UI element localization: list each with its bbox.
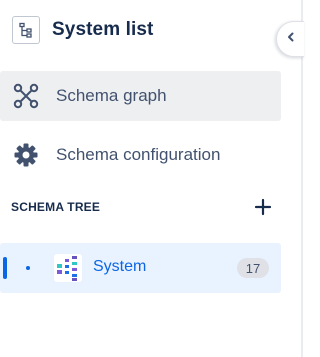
nav-item-schema-graph[interactable]: Schema graph bbox=[0, 71, 281, 121]
count-badge: 17 bbox=[237, 258, 269, 278]
nav-item-schema-configuration[interactable]: Schema configuration bbox=[0, 130, 281, 180]
tree-bullet bbox=[26, 266, 30, 270]
sidebar-header: System list bbox=[12, 14, 153, 46]
schema-tree-header: SCHEMA TREE bbox=[11, 196, 273, 218]
tree-item-label: System bbox=[93, 258, 147, 275]
graph-nodes-icon bbox=[13, 83, 39, 109]
selected-indicator bbox=[3, 257, 7, 279]
hierarchy-icon bbox=[12, 16, 40, 44]
nav-item-label: Schema configuration bbox=[56, 145, 221, 164]
page-title: System list bbox=[52, 19, 154, 40]
tree-item-system[interactable]: System 17 bbox=[0, 243, 281, 293]
schema-tree-icon bbox=[54, 254, 82, 282]
plus-icon bbox=[254, 198, 272, 216]
section-title: SCHEMA TREE bbox=[11, 200, 101, 214]
add-schema-button[interactable] bbox=[253, 197, 273, 217]
nav-item-label: Schema graph bbox=[56, 86, 167, 105]
sidebar: System list Schema graph Schema configur… bbox=[0, 0, 304, 357]
collapse-sidebar-button[interactable] bbox=[276, 21, 304, 57]
chevron-left-icon bbox=[285, 30, 297, 48]
gear-icon bbox=[13, 142, 39, 168]
